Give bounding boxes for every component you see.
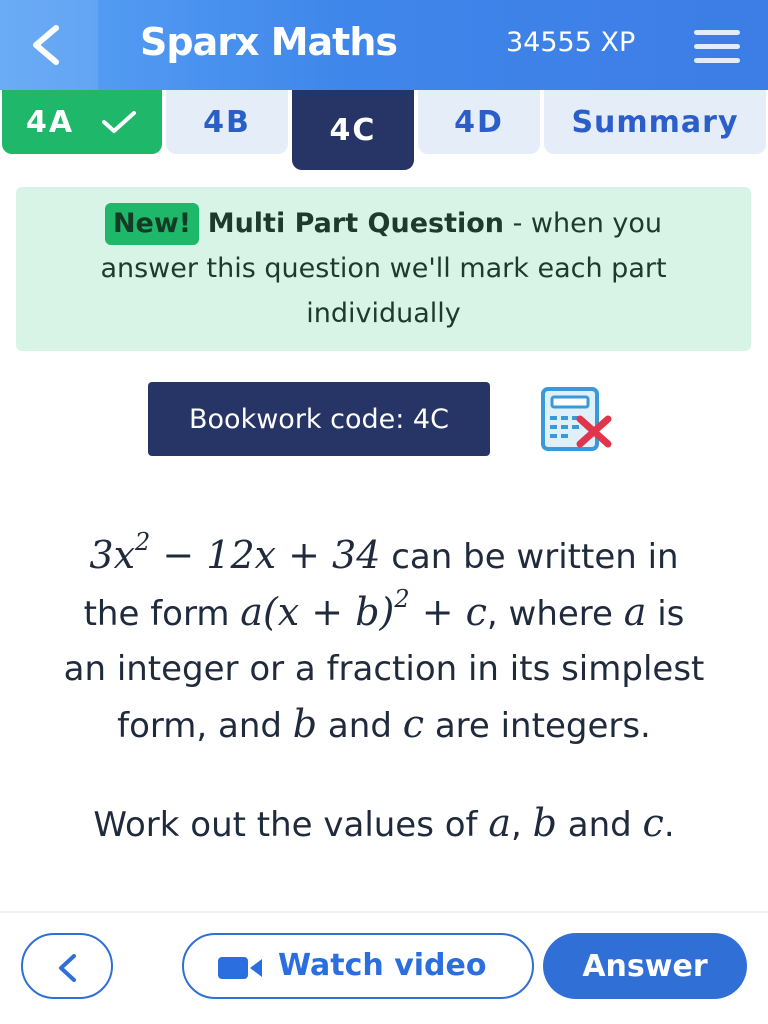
checkmark-icon (102, 111, 136, 133)
watch-video-label: Watch video (278, 948, 487, 983)
new-badge: New! (104, 203, 200, 245)
video-camera-icon (218, 957, 262, 979)
chevron-left-icon (59, 954, 76, 982)
app-title: Sparx Maths (140, 20, 398, 64)
answer-button[interactable]: Answer (543, 933, 747, 999)
question-text: 3x2 − 12x + 34 can be written in the for… (0, 528, 768, 754)
question-line-1: 3x2 − 12x + 34 can be written in (89, 528, 679, 577)
tab-4b-label: 4B (203, 104, 251, 140)
multi-part-info-banner: New! Multi Part Question - when you answ… (16, 187, 751, 351)
banner-line-2: answer this question we'll mark each par… (100, 253, 667, 284)
banner-line-3: individually (306, 298, 461, 329)
tab-4a-label: 4A (26, 104, 75, 140)
tab-4b[interactable]: 4B (166, 90, 288, 154)
tab-4d-label: 4D (454, 104, 504, 140)
question-line-3: an integer or a fraction in its simplest (63, 649, 705, 689)
bookwork-code: Bookwork code: 4C (148, 382, 490, 456)
banner-line-1: New! Multi Part Question - when you (16, 201, 751, 246)
header-back-button[interactable] (0, 0, 98, 90)
tab-4a[interactable]: 4A (2, 90, 162, 154)
xp-counter: 34555 XP (506, 27, 636, 58)
watch-video-button[interactable]: Watch video (182, 933, 534, 999)
math-form: a(x + b)2 + c (240, 585, 487, 634)
header-bar: Sparx Maths 34555 XP (0, 0, 768, 90)
hamburger-menu-icon[interactable] (694, 26, 742, 66)
tab-4d[interactable]: 4D (418, 90, 540, 154)
question-line-4: form, and b and c are integers. (117, 702, 651, 746)
tab-4c-label: 4C (329, 112, 377, 148)
tab-summary-label: Summary (571, 104, 739, 140)
answer-label: Answer (582, 948, 708, 984)
calculator-not-allowed-icon (541, 387, 612, 451)
previous-button[interactable] (21, 933, 113, 999)
footer-divider (0, 911, 768, 913)
math-expression: 3x2 − 12x + 34 (89, 528, 381, 577)
tab-4c[interactable]: 4C (292, 90, 414, 170)
tab-summary[interactable]: Summary (544, 90, 766, 154)
chevron-left-icon (33, 25, 59, 65)
banner-title: Multi Part Question (207, 208, 505, 239)
question-instruction: Work out the values of a, b and c. (93, 801, 675, 845)
question-line-2: the form a(x + b)2 + c, where a is (83, 585, 685, 634)
banner-text: - when you (504, 208, 663, 239)
